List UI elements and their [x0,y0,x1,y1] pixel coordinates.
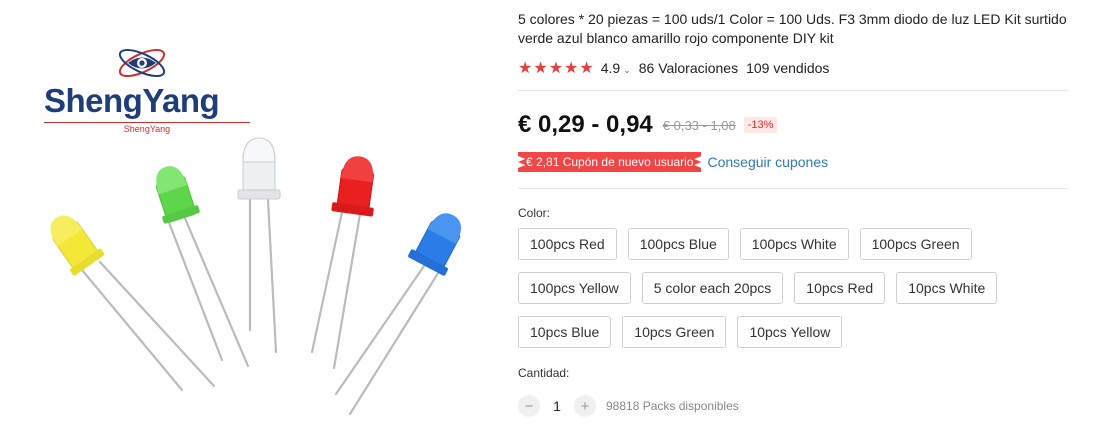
color-option[interactable]: 10pcs Yellow [737,316,843,348]
rating-row: ★★★★★ 4.9 ⌄ 86 Valoraciones 109 vendidos [518,58,829,78]
color-option[interactable]: 10pcs Blue [518,316,612,348]
color-options-row: 10pcs Blue 10pcs Green 10pcs Yellow [518,316,1078,348]
current-price: € 0,29 - 0,94 [518,111,653,138]
color-options-row: 100pcs Yellow 5 color each 20pcs 10pcs R… [518,272,1078,304]
color-label: Color: [518,206,551,220]
color-option[interactable]: 100pcs Red [518,228,617,260]
blue-led [408,213,461,276]
led-illustration [50,137,461,416]
product-image[interactable]: ShengYang ShengYang [0,0,500,438]
discount-badge: -13% [743,117,778,133]
coupon-row: € 2,81 Cupón de nuevo usuario Conseguir … [518,151,828,173]
reviews-link[interactable]: 86 Valoraciones [639,60,738,76]
white-led [237,137,281,200]
new-user-coupon-badge: € 2,81 Cupón de nuevo usuario [518,152,702,172]
color-options: 100pcs Red 100pcs Blue 100pcs White 100p… [518,228,1078,360]
color-option[interactable]: 5 color each 20pcs [641,272,784,304]
rating-number: 4.9 [600,60,621,76]
quantity-decrease-button[interactable]: − [518,395,540,417]
quantity-value[interactable]: 1 [540,398,574,414]
color-option[interactable]: 10pcs Green [622,316,727,348]
color-option[interactable]: 100pcs Yellow [518,272,631,304]
color-option[interactable]: 100pcs White [739,228,849,260]
star-rating-icon: ★★★★★ [518,60,595,77]
get-coupons-link[interactable]: Conseguir cupones [707,154,828,170]
color-option[interactable]: 10pcs Red [794,272,886,304]
original-price: € 0,33 - 1,08 [662,117,736,133]
chevron-down-icon: ⌄ [623,65,631,75]
product-title: 5 colores * 20 piezas = 100 uds/1 Color … [518,11,1067,46]
divider [518,188,1068,189]
green-led [155,166,200,224]
quantity-label: Cantidad: [518,366,570,380]
color-option[interactable]: 100pcs Blue [627,228,729,260]
sold-count: 109 vendidos [746,60,830,76]
quantity-increase-button[interactable]: + [574,395,596,417]
color-options-row: 100pcs Red 100pcs Blue 100pcs White 100p… [518,228,1078,260]
price-row: € 0,29 - 0,94 € 0,33 - 1,08 -13% [518,110,778,140]
available-stock: 98818 Packs disponibles [606,399,739,413]
color-option[interactable]: 100pcs Green [859,228,972,260]
quantity-stepper: − 1 + 98818 Packs disponibles [518,394,739,418]
color-option[interactable]: 10pcs White [896,272,998,304]
divider [518,90,1068,91]
rating-value[interactable]: 4.9 ⌄ [601,60,631,76]
yellow-led [50,215,105,276]
red-led [331,156,375,217]
